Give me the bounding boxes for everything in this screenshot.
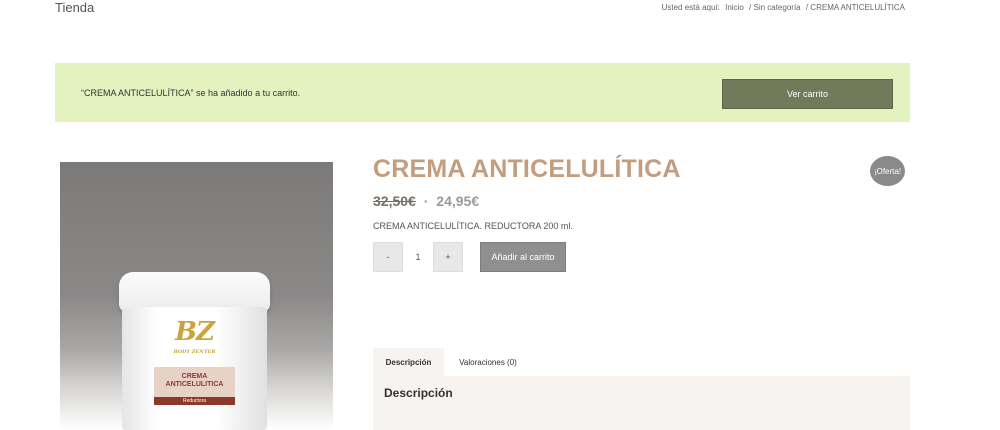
brand-logo: BZ [175,317,215,347]
quantity-input[interactable]: 1 [403,242,433,272]
jar-label: CREMA ANTICELULITICA [154,367,235,397]
sale-badge: ¡Oferta! [870,156,905,186]
quantity-increase-button[interactable]: + [433,242,463,272]
price-separator: · [423,193,429,209]
product-title: CREMA ANTICELULÍTICA [373,155,681,183]
breadcrumb-link-category[interactable]: / Sin categoría [749,3,801,12]
jar-label-line2: ANTICELULITICA [165,381,224,388]
breadcrumb: Usted está aquí: Inicio / Sin categoría … [662,3,908,12]
breadcrumb-current: / CREMA ANTICELULÍTICA [805,3,905,12]
price-old: 32,50€ [373,193,416,209]
tab-description[interactable]: Descripción [373,348,444,377]
jar-lid [119,272,270,312]
tab-reviews[interactable]: Valoraciones (0) [448,348,528,377]
jar-label-line1: CREMA [181,373,208,380]
quantity-decrease-button[interactable]: - [373,242,403,272]
jar-body: BZ BODY ZENTER CREMA ANTICELULITICA Redu… [122,307,267,430]
breadcrumb-link-inicio[interactable]: Inicio [725,3,744,12]
jar-label-sub: Reductora [154,397,235,405]
brand-name: BODY ZENTER [173,349,216,355]
product-image[interactable]: BZ BODY ZENTER CREMA ANTICELULITICA Redu… [60,162,333,430]
page-title: Tienda [55,0,95,15]
price-new: 24,95€ [436,193,480,209]
price: 32,50€ · 24,95€ [373,193,479,209]
view-cart-button[interactable]: Ver carrito [722,79,893,109]
cart-notice: “CREMA ANTICELULÍTICA” se ha añadido a t… [55,63,910,122]
tab-panel-description: Descripción [373,376,910,430]
cart-notice-message: “CREMA ANTICELULÍTICA” se ha añadido a t… [81,88,301,98]
add-to-cart-button[interactable]: Añadir al carrito [480,242,566,272]
breadcrumb-prefix: Usted está aquí: [661,3,720,12]
short-description: CREMA ANTICELULÍTICA. REDUCTORA 200 ml. [373,221,573,231]
tab-panel-title: Descripción [384,386,453,400]
